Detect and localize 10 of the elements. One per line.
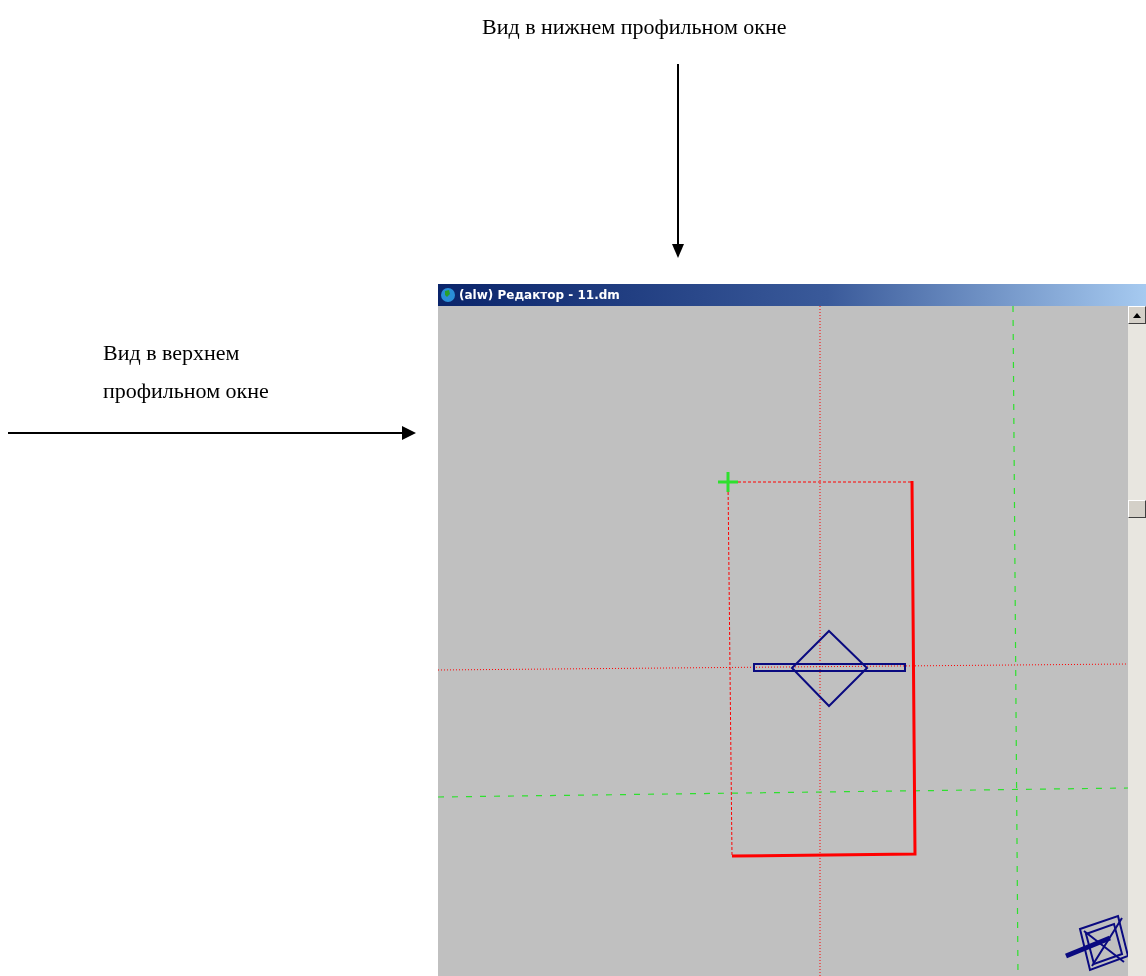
scrollbar[interactable] (1128, 306, 1146, 976)
up-triangle-icon (1133, 312, 1141, 318)
window-title: (alw) Редактор - 11.dm (459, 288, 620, 302)
axis-gizmo-icon (1065, 914, 1128, 972)
globe-icon (440, 287, 456, 303)
left-caption: Вид в верхнем профильном окне (103, 339, 270, 405)
top-caption: Вид в нижнем профильном окне (482, 13, 788, 41)
scroll-thumb[interactable] (1128, 500, 1146, 518)
cross-marker (716, 470, 740, 494)
scroll-up-button[interactable] (1128, 306, 1146, 324)
